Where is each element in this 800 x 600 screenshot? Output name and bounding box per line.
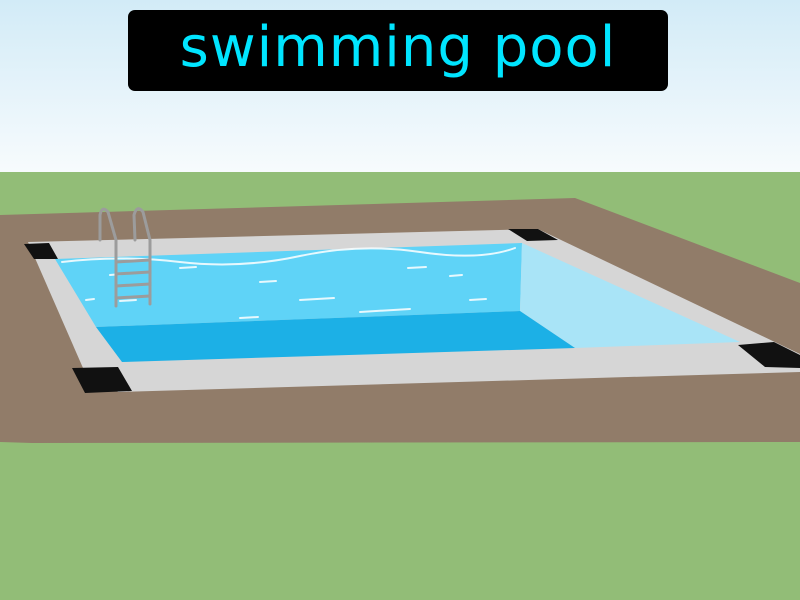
caption-box: swimming pool <box>128 10 668 91</box>
caption-text: swimming pool <box>179 14 617 80</box>
